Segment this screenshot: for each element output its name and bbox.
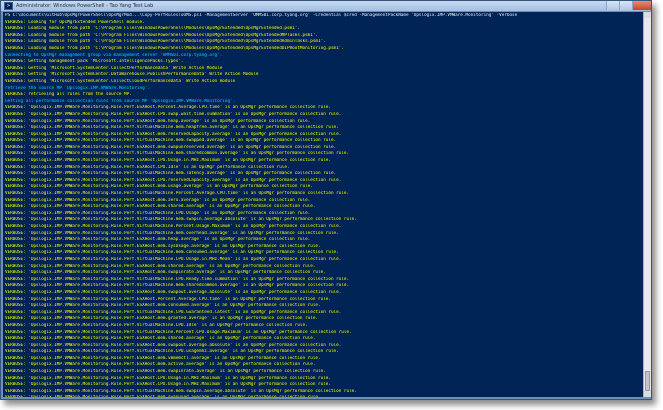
console-line: VERBOSE: 'Opslogix.IMP.VMWare.Monitoring…: [5, 316, 319, 322]
console-line: VERBOSE: 'Opslogix.IMP.VMWare.Monitoring…: [5, 382, 331, 388]
console-line: VERBOSE: 'Opslogix.IMP.VMWare.Monitoring…: [5, 191, 350, 197]
console-line: VERBOSE: 'Opslogix.IMP.VMWare.Monitoring…: [5, 144, 337, 150]
console-line: VERBOSE: Loading module from path 'C:\Pr…: [5, 39, 326, 45]
console-line: Connecting to OpsMgr management group vi…: [5, 52, 223, 58]
console-line: VERBOSE: 'Opslogix.IMP.VMWare.Monitoring…: [5, 151, 350, 157]
console-line: VERBOSE: 'Opslogix.IMP.VMWare.Monitoring…: [5, 303, 321, 309]
console-line: VERBOSE: 'Opslogix.IMP.VMWare.Monitoring…: [5, 395, 641, 397]
scroll-up-arrow-icon[interactable]: [644, 12, 651, 18]
console-line: VERBOSE: 'Opslogix.IMP.VMWare.Monitoring…: [5, 204, 316, 210]
minimize-button[interactable]: [606, 1, 619, 10]
scroll-down-arrow-icon[interactable]: [644, 391, 651, 397]
console-line: VERBOSE: 'Opslogix.IMP.VMWare.Monitoring…: [5, 309, 342, 315]
vertical-scrollbar[interactable]: [643, 12, 651, 397]
console-line: VERBOSE: 'Opslogix.IMP.VMWare.Monitoring…: [5, 131, 342, 137]
console-line: VERBOSE: 'Opslogix.IMP.VMWare.Monitoring…: [5, 342, 342, 348]
console-line: VERBOSE: retrieving all rules from the s…: [5, 92, 132, 98]
console-line: VERBOSE: 'Opslogix.IMP.VMWare.Monitoring…: [5, 349, 339, 355]
console-line: VERBOSE: 'Opslogix.IMP.VMWare.Monitoring…: [5, 250, 339, 256]
console-line: VERBOSE: 'Opslogix.IMP.VMWare.Monitoring…: [5, 336, 316, 342]
console-line: VERBOSE: 'Opslogix.IMP.VMWare.Monitoring…: [5, 270, 326, 276]
console-line: VERBOSE: 'Opslogix.IMP.VMWare.Monitoring…: [5, 210, 311, 216]
console-line: VERBOSE: 'Opslogix.IMP.VMWare.Monitoring…: [5, 111, 342, 117]
console-line: VERBOSE: 'Opslogix.IMP.VMWare.Monitoring…: [5, 177, 342, 183]
console-line: VERBOSE: 'Opslogix.IMP.VMWare.Monitoring…: [5, 224, 342, 229]
console-line: retrieve the source MP 'Opslogix.IMP.VMW…: [5, 85, 150, 91]
console-line: VERBOSE: 'Opslogix.IMP.VMWare.Monitoring…: [5, 362, 316, 368]
console-line: VERBOSE: 'Opslogix.IMP.VMWare.Monitoring…: [5, 283, 350, 289]
console-line: VERBOSE: 'Opslogix.IMP.VMWare.Monitoring…: [5, 118, 311, 124]
powershell-window: > Administrator: Windows PowerShell - Ta…: [0, 0, 652, 400]
console-line: Getting all performance collection rules…: [5, 98, 236, 104]
console-line: VERBOSE: Looking for OpsMgrExtended Powe…: [5, 19, 145, 25]
console-line: PS C:\Documents\GitHub\OpsMgrPowerShell\…: [5, 13, 518, 18]
console-line: VERBOSE: 'Opslogix.IMP.VMWare.Monitoring…: [5, 289, 342, 295]
console-line: VERBOSE: 'Opslogix.IMP.VMWare.Monitoring…: [5, 296, 331, 302]
console-line: VERBOSE: 'Opslogix.IMP.VMWare.Monitoring…: [5, 237, 311, 243]
console-line: VERBOSE: 'Opslogix.IMP.VMWare.Monitoring…: [5, 184, 313, 190]
powershell-icon: >: [4, 2, 13, 10]
console-line: VERBOSE: Loading module from path 'C:\Pr…: [5, 45, 344, 51]
title-bar[interactable]: > Administrator: Windows PowerShell - Ta…: [1, 1, 651, 11]
console-line: VERBOSE: Getting 'Microsoft.SystemCenter…: [5, 72, 259, 78]
console-line: VERBOSE: Getting 'Microsoft.SystemCenter…: [5, 65, 223, 71]
scroll-thumb[interactable]: [645, 371, 650, 391]
console-line: VERBOSE: Getting management pack 'Micros…: [5, 59, 184, 65]
console-line: VERBOSE: 'Opslogix.IMP.VMWare.Monitoring…: [5, 329, 352, 335]
maximize-button[interactable]: [619, 1, 632, 10]
window-controls: [606, 1, 651, 11]
console-line: VERBOSE: 'Opslogix.IMP.VMWare.Monitoring…: [5, 355, 321, 361]
console-line: VERBOSE: 'Opslogix.IMP.VMWare.Monitoring…: [5, 158, 331, 164]
console-line: VERBOSE: Getting 'Microsoft.SystemCenter…: [5, 78, 236, 84]
console-line: VERBOSE: 'Opslogix.IMP.VMWare.Monitoring…: [5, 217, 357, 223]
console-line: VERBOSE: 'Opslogix.IMP.VMWare.Monitoring…: [5, 125, 339, 131]
window-title: Administrator: Windows PowerShell - Tao …: [16, 3, 154, 9]
console-line: VERBOSE: 'Opslogix.IMP.VMWare.Monitoring…: [5, 276, 350, 282]
console-line: VERBOSE: 'Opslogix.IMP.VMWare.Monitoring…: [5, 230, 339, 236]
console-line: VERBOSE: 'Opslogix.IMP.VMWare.Monitoring…: [5, 375, 331, 381]
console-line: VERBOSE: 'Opslogix.IMP.VMWare.Monitoring…: [5, 138, 337, 144]
console-line: VERBOSE: 'Opslogix.IMP.VMWare.Monitoring…: [5, 322, 308, 328]
console-output[interactable]: PS C:\Documents\GitHub\OpsMgrPowerShell\…: [3, 12, 643, 397]
console-line: VERBOSE: 'Opslogix.IMP.VMWare.Monitoring…: [5, 105, 331, 111]
console-line: VERBOSE: Loading module from path 'C:\Pr…: [5, 26, 300, 32]
console-line: VERBOSE: 'Opslogix.IMP.VMWare.Monitoring…: [5, 256, 342, 262]
console-line: VERBOSE: 'Opslogix.IMP.VMWare.Monitoring…: [5, 388, 357, 394]
console-line: VERBOSE: Loading module from path 'C:\Pr…: [5, 32, 319, 38]
console-line: VERBOSE: 'Opslogix.IMP.VMWare.Monitoring…: [5, 263, 316, 269]
console-line: VERBOSE: 'Opslogix.IMP.VMWare.Monitoring…: [5, 369, 326, 375]
console-line: VERBOSE: 'Opslogix.IMP.VMWare.Monitoring…: [5, 164, 290, 170]
close-button[interactable]: [632, 1, 651, 10]
console-line: VERBOSE: 'Opslogix.IMP.VMWare.Monitoring…: [5, 197, 311, 203]
console-line: VERBOSE: 'Opslogix.IMP.VMWare.Monitoring…: [5, 243, 321, 249]
console-line: VERBOSE: 'Opslogix.IMP.VMWare.Monitoring…: [5, 171, 337, 177]
